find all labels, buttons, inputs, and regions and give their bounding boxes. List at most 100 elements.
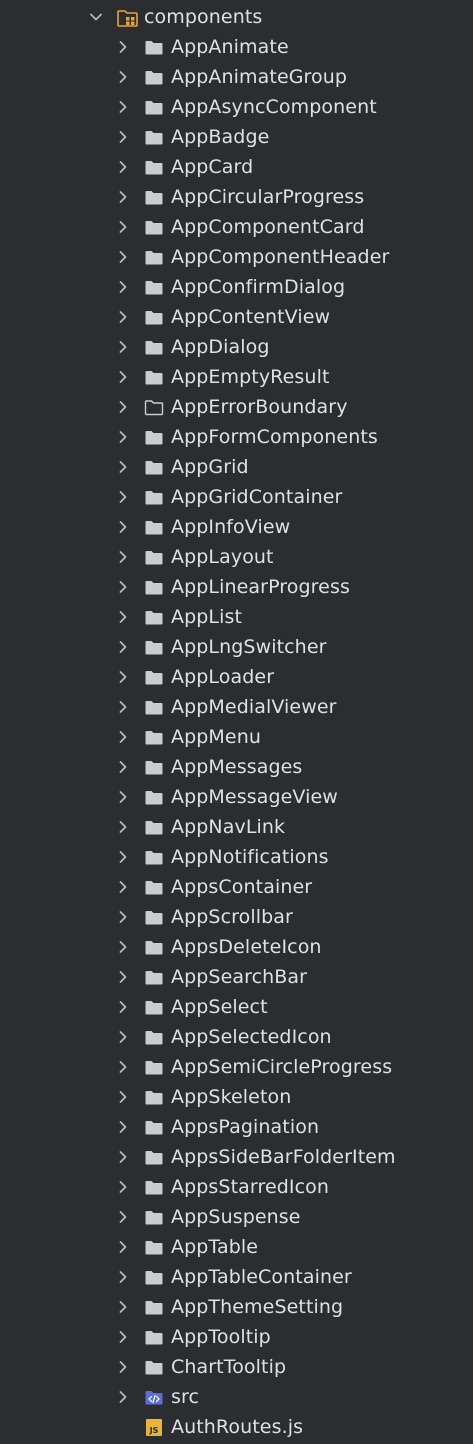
chevron-right-icon[interactable]	[116, 970, 130, 984]
chevron-right-icon[interactable]	[116, 580, 130, 594]
chevron-right-icon[interactable]	[116, 850, 130, 864]
tree-folder-item[interactable]: AppNotifications	[0, 842, 473, 872]
tree-folder-item[interactable]: AppMessageView	[0, 782, 473, 812]
chevron-right-icon[interactable]	[116, 190, 130, 204]
chevron-right-icon[interactable]	[116, 1300, 130, 1314]
tree-folder-item[interactable]: AppComponentHeader	[0, 242, 473, 272]
tree-folder-item[interactable]: AppSearchBar	[0, 962, 473, 992]
chevron-right-icon[interactable]	[116, 460, 130, 474]
chevron-right-icon[interactable]	[116, 430, 130, 444]
tree-folder-item[interactable]: AppBadge	[0, 122, 473, 152]
tree-folder-item[interactable]: AppNavLink	[0, 812, 473, 842]
tree-folder-item[interactable]: src	[0, 1382, 473, 1412]
folder-icon	[144, 219, 164, 236]
chevron-right-icon[interactable]	[116, 490, 130, 504]
tree-folder-item[interactable]: AppsSideBarFolderItem	[0, 1142, 473, 1172]
chevron-right-icon[interactable]	[116, 1000, 130, 1014]
tree-item-label: AppTooltip	[171, 1326, 271, 1348]
chevron-right-icon[interactable]	[116, 130, 130, 144]
chevron-right-icon[interactable]	[116, 220, 130, 234]
chevron-right-icon[interactable]	[116, 1360, 130, 1374]
tree-folder-item[interactable]: AppCircularProgress	[0, 182, 473, 212]
tree-folder-item[interactable]: AppLayout	[0, 542, 473, 572]
chevron-right-icon[interactable]	[116, 910, 130, 924]
tree-folder-item[interactable]: AppFormComponents	[0, 422, 473, 452]
tree-folder-item[interactable]: AppsStarredIcon	[0, 1172, 473, 1202]
chevron-right-icon[interactable]	[116, 400, 130, 414]
chevron-right-icon[interactable]	[116, 700, 130, 714]
tree-folder-item[interactable]: AppThemeSetting	[0, 1292, 473, 1322]
chevron-right-icon[interactable]	[116, 160, 130, 174]
tree-folder-item[interactable]: AppEmptyResult	[0, 362, 473, 392]
chevron-right-icon[interactable]	[116, 1030, 130, 1044]
tree-folder-item[interactable]: AppSkeleton	[0, 1082, 473, 1112]
tree-folder-item[interactable]: AppsDeleteIcon	[0, 932, 473, 962]
chevron-right-icon[interactable]	[116, 730, 130, 744]
chevron-right-icon[interactable]	[116, 1210, 130, 1224]
tree-folder-item[interactable]: AppInfoView	[0, 512, 473, 542]
tree-folder-item[interactable]: AppSelect	[0, 992, 473, 1022]
chevron-right-icon[interactable]	[116, 1180, 130, 1194]
chevron-right-icon[interactable]	[116, 880, 130, 894]
tree-folder-item[interactable]: AppsContainer	[0, 872, 473, 902]
tree-folder-item[interactable]: AppTooltip	[0, 1322, 473, 1352]
chevron-right-icon[interactable]	[116, 760, 130, 774]
chevron-right-icon[interactable]	[116, 1240, 130, 1254]
tree-folder-item[interactable]: AppAnimateGroup	[0, 62, 473, 92]
chevron-right-icon[interactable]	[116, 1120, 130, 1134]
chevron-right-icon[interactable]	[116, 1150, 130, 1164]
tree-folder-item[interactable]: AppCard	[0, 152, 473, 182]
tree-folder-item[interactable]: AppMenu	[0, 722, 473, 752]
chevron-right-icon[interactable]	[116, 310, 130, 324]
tree-folder-item[interactable]: AppSuspense	[0, 1202, 473, 1232]
tree-folder-item[interactable]: AppErrorBoundary	[0, 392, 473, 422]
chevron-right-icon[interactable]	[116, 670, 130, 684]
tree-folder-item[interactable]: AppLngSwitcher	[0, 632, 473, 662]
folder-icon	[144, 759, 164, 776]
tree-folder-item[interactable]: AppConfirmDialog	[0, 272, 473, 302]
tree-folder-item[interactable]: AppScrollbar	[0, 902, 473, 932]
tree-folder-item[interactable]: AppList	[0, 602, 473, 632]
chevron-right-icon[interactable]	[116, 550, 130, 564]
tree-folder-item[interactable]: AppTableContainer	[0, 1262, 473, 1292]
tree-folder-item[interactable]: AppAnimate	[0, 32, 473, 62]
chevron-right-icon[interactable]	[116, 1090, 130, 1104]
tree-folder-item[interactable]: AppContentView	[0, 302, 473, 332]
chevron-right-icon[interactable]	[116, 520, 130, 534]
chevron-down-icon[interactable]	[89, 10, 103, 24]
folder-icon	[144, 249, 164, 266]
folder-icon	[144, 1029, 164, 1046]
chevron-right-icon[interactable]	[116, 940, 130, 954]
tree-folder-item[interactable]: AppSemiCircleProgress	[0, 1052, 473, 1082]
chevron-right-icon[interactable]	[116, 820, 130, 834]
chevron-right-icon[interactable]	[116, 370, 130, 384]
tree-folder-item[interactable]: AppLinearProgress	[0, 572, 473, 602]
tree-folder-item[interactable]: AppsPagination	[0, 1112, 473, 1142]
chevron-right-icon[interactable]	[116, 100, 130, 114]
chevron-right-icon[interactable]	[116, 250, 130, 264]
chevron-right-icon[interactable]	[116, 1330, 130, 1344]
tree-folder-item[interactable]: AppMessages	[0, 752, 473, 782]
chevron-right-icon[interactable]	[116, 1060, 130, 1074]
chevron-right-icon[interactable]	[116, 610, 130, 624]
tree-folder-item[interactable]: AppSelectedIcon	[0, 1022, 473, 1052]
tree-folder-item[interactable]: AppGridContainer	[0, 482, 473, 512]
tree-folder-item[interactable]: AppComponentCard	[0, 212, 473, 242]
chevron-right-icon[interactable]	[116, 640, 130, 654]
chevron-right-icon[interactable]	[116, 70, 130, 84]
chevron-right-icon[interactable]	[116, 1390, 130, 1404]
tree-node-components[interactable]: components	[0, 2, 473, 32]
tree-folder-item[interactable]: AppLoader	[0, 662, 473, 692]
chevron-right-icon[interactable]	[116, 280, 130, 294]
tree-file-item[interactable]: JS AuthRoutes.js	[0, 1412, 473, 1442]
tree-folder-item[interactable]: AppDialog	[0, 332, 473, 362]
tree-folder-item[interactable]: AppTable	[0, 1232, 473, 1262]
chevron-right-icon[interactable]	[116, 790, 130, 804]
chevron-right-icon[interactable]	[116, 340, 130, 354]
tree-folder-item[interactable]: AppGrid	[0, 452, 473, 482]
tree-folder-item[interactable]: AppAsyncComponent	[0, 92, 473, 122]
tree-folder-item[interactable]: AppMedialViewer	[0, 692, 473, 722]
chevron-right-icon[interactable]	[116, 1270, 130, 1284]
tree-folder-item[interactable]: ChartTooltip	[0, 1352, 473, 1382]
chevron-right-icon[interactable]	[116, 40, 130, 54]
